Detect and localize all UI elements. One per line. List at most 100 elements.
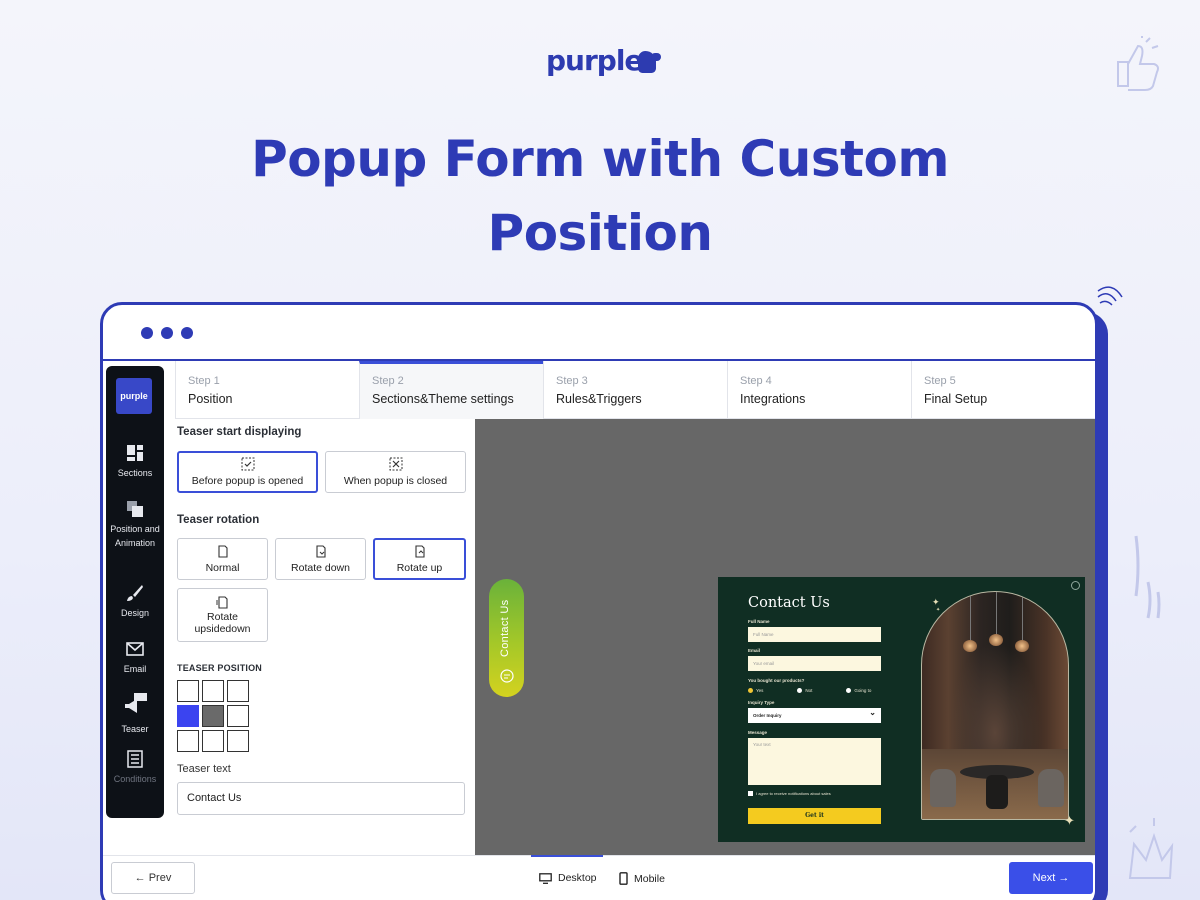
sidebar-item-label: Design (120, 608, 149, 618)
email-label: Email (748, 648, 761, 653)
preview-canvas: Contact Us Contact Us Full Name Full Nam… (475, 419, 1095, 855)
lamp-wire (1022, 592, 1023, 644)
brush-icon (127, 585, 143, 601)
step-tabs: Step 1 Position Step 2 Sections&Theme se… (175, 361, 1095, 419)
rotation-normal[interactable]: Normal (177, 538, 268, 580)
sidebar-item-label: Sections (117, 468, 153, 478)
rotation-down[interactable]: Rotate down (275, 538, 366, 580)
radio-not[interactable]: Not (797, 688, 812, 693)
sidebar-item-teaser[interactable]: Teaser (106, 692, 164, 736)
radio-label: Going to (854, 688, 872, 693)
rotate-up-icon (414, 545, 425, 558)
position-cell-middle-right[interactable] (227, 705, 249, 727)
mobile-toggle[interactable]: Mobile (619, 872, 665, 885)
option-label: Before popup is opened (191, 475, 304, 487)
position-cell-bottom-right[interactable] (227, 730, 249, 752)
pendant-lamp (963, 640, 977, 652)
prev-button[interactable]: ← Prev (111, 862, 195, 894)
step-name: Sections&Theme settings (372, 392, 514, 406)
position-cell-top-right[interactable] (227, 680, 249, 702)
step-final-setup[interactable]: Step 5 Final Setup (911, 361, 1095, 419)
option-label: Normal (205, 562, 240, 574)
purple-logo: purple (546, 40, 661, 80)
option-label: Rotate upsidedown (194, 611, 251, 635)
message-textarea[interactable]: Your text (748, 738, 881, 785)
sidebar-item-conditions[interactable]: Conditions (106, 750, 164, 786)
chair (1038, 769, 1064, 807)
option-before-popup[interactable]: Before popup is opened (177, 451, 318, 493)
step-number: Step 4 (740, 375, 772, 387)
rotate-normal-icon (217, 545, 228, 558)
teaser-start-label: Teaser start displaying (177, 426, 302, 438)
option-label: Rotate up (396, 562, 443, 574)
envelope-icon (126, 642, 144, 656)
step-number: Step 3 (556, 375, 588, 387)
hero-title-line1: Popup Form with Custom (251, 130, 949, 188)
consent-checkbox[interactable]: I agree to receive notifications about s… (748, 791, 831, 796)
mobile-label: Mobile (634, 872, 665, 885)
get-it-button[interactable]: Get it (748, 808, 881, 824)
desktop-label: Desktop (558, 872, 597, 884)
step-name: Rules&Triggers (556, 392, 642, 406)
radio-going-to[interactable]: Going to (846, 688, 871, 693)
rotation-upsidedown[interactable]: Rotate upsidedown (177, 588, 268, 642)
position-cell-top-center[interactable] (202, 680, 224, 702)
desktop-toggle[interactable]: Desktop (539, 872, 597, 884)
close-icon[interactable] (1071, 581, 1080, 590)
teaser-tab[interactable]: Contact Us (489, 579, 524, 697)
hero-title: Popup Form with Custom Position (0, 122, 1200, 270)
lamp-wire (970, 592, 971, 644)
radio-label: Yes (756, 688, 764, 693)
sidebar-item-label: Position and Animation (110, 524, 160, 548)
rotation-up[interactable]: Rotate up (373, 538, 466, 580)
full-name-label: Full Name (748, 619, 770, 624)
teaser-position-grid (177, 680, 249, 752)
position-cell-bottom-left[interactable] (177, 730, 199, 752)
sidebar-item-position[interactable]: Position and Animation (106, 500, 164, 550)
position-cell-middle-center[interactable] (202, 705, 224, 727)
interior-photo (921, 591, 1069, 820)
step-name: Position (188, 392, 233, 406)
step-integrations[interactable]: Step 4 Integrations (727, 361, 911, 419)
teaser-rotation-label: Teaser rotation (177, 514, 260, 526)
teaser-text-input[interactable]: Contact Us (177, 782, 465, 815)
position-cell-top-left[interactable] (177, 680, 199, 702)
checkbox-dashed-icon (241, 457, 254, 471)
sections-icon (127, 445, 143, 461)
window-dot (161, 327, 173, 339)
position-cell-bottom-center[interactable] (202, 730, 224, 752)
sidebar-item-sections[interactable]: Sections (106, 444, 164, 480)
sidebar-logo[interactable]: purple (116, 378, 152, 414)
app-sidebar: purple Sections Position and Animation D… (106, 366, 164, 818)
rotate-upsidedown-icon (216, 596, 228, 609)
step-number: Step 2 (372, 375, 404, 387)
logo-text: purple (546, 43, 643, 77)
table-base (986, 775, 1008, 809)
popup-title: Contact Us (748, 595, 830, 611)
step-rules-triggers[interactable]: Step 3 Rules&Triggers (543, 361, 727, 419)
inquiry-label: Inquiry Type (748, 700, 775, 705)
sidebar-item-design[interactable]: Design (106, 584, 164, 620)
sidebar-item-email[interactable]: Email (106, 640, 164, 676)
chat-icon (500, 669, 514, 683)
option-label: Rotate down (291, 562, 350, 574)
position-cell-middle-left[interactable] (177, 705, 199, 727)
step-position[interactable]: Step 1 Position (175, 361, 359, 419)
question-label: You bought our products? (748, 678, 805, 683)
phone-icon (619, 872, 628, 885)
radio-yes[interactable]: Yes (748, 688, 763, 693)
inquiry-select[interactable]: Order Inquiry (748, 705, 881, 723)
full-name-field[interactable]: Full Name (748, 627, 881, 642)
email-field[interactable]: Your email (748, 656, 881, 671)
hero-title-line2: Position (487, 204, 713, 262)
next-button[interactable]: Next → (1009, 862, 1093, 894)
step-number: Step 5 (924, 375, 956, 387)
chair (930, 769, 956, 807)
sidebar-item-label: Conditions (113, 774, 157, 784)
squiggle-icon (1130, 532, 1170, 632)
teaser-settings-panel: Teaser start displaying Before popup is … (175, 419, 475, 855)
step-sections-theme[interactable]: Step 2 Sections&Theme settings (359, 361, 543, 419)
option-when-popup-closed[interactable]: When popup is closed (325, 451, 466, 493)
teaser-position-label: TEASER POSITION (177, 663, 263, 673)
sidebar-item-label: Email (123, 664, 147, 674)
